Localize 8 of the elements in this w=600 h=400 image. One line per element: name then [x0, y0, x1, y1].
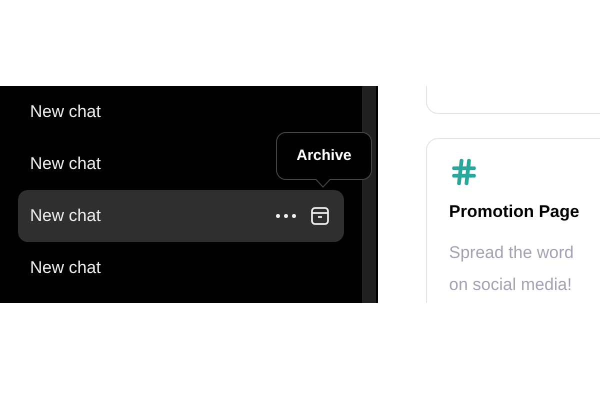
chat-item[interactable]: New chat [18, 190, 344, 242]
hash-icon [449, 157, 479, 187]
card-title: Promotion Page [449, 201, 580, 223]
more-icon[interactable] [276, 214, 296, 218]
card[interactable]: Promotion Page Spread the word on social media! [426, 138, 600, 303]
card-description: Spread the word on social media! [449, 242, 575, 296]
tooltip: Archive [276, 132, 372, 188]
archive-icon[interactable] [310, 206, 330, 226]
